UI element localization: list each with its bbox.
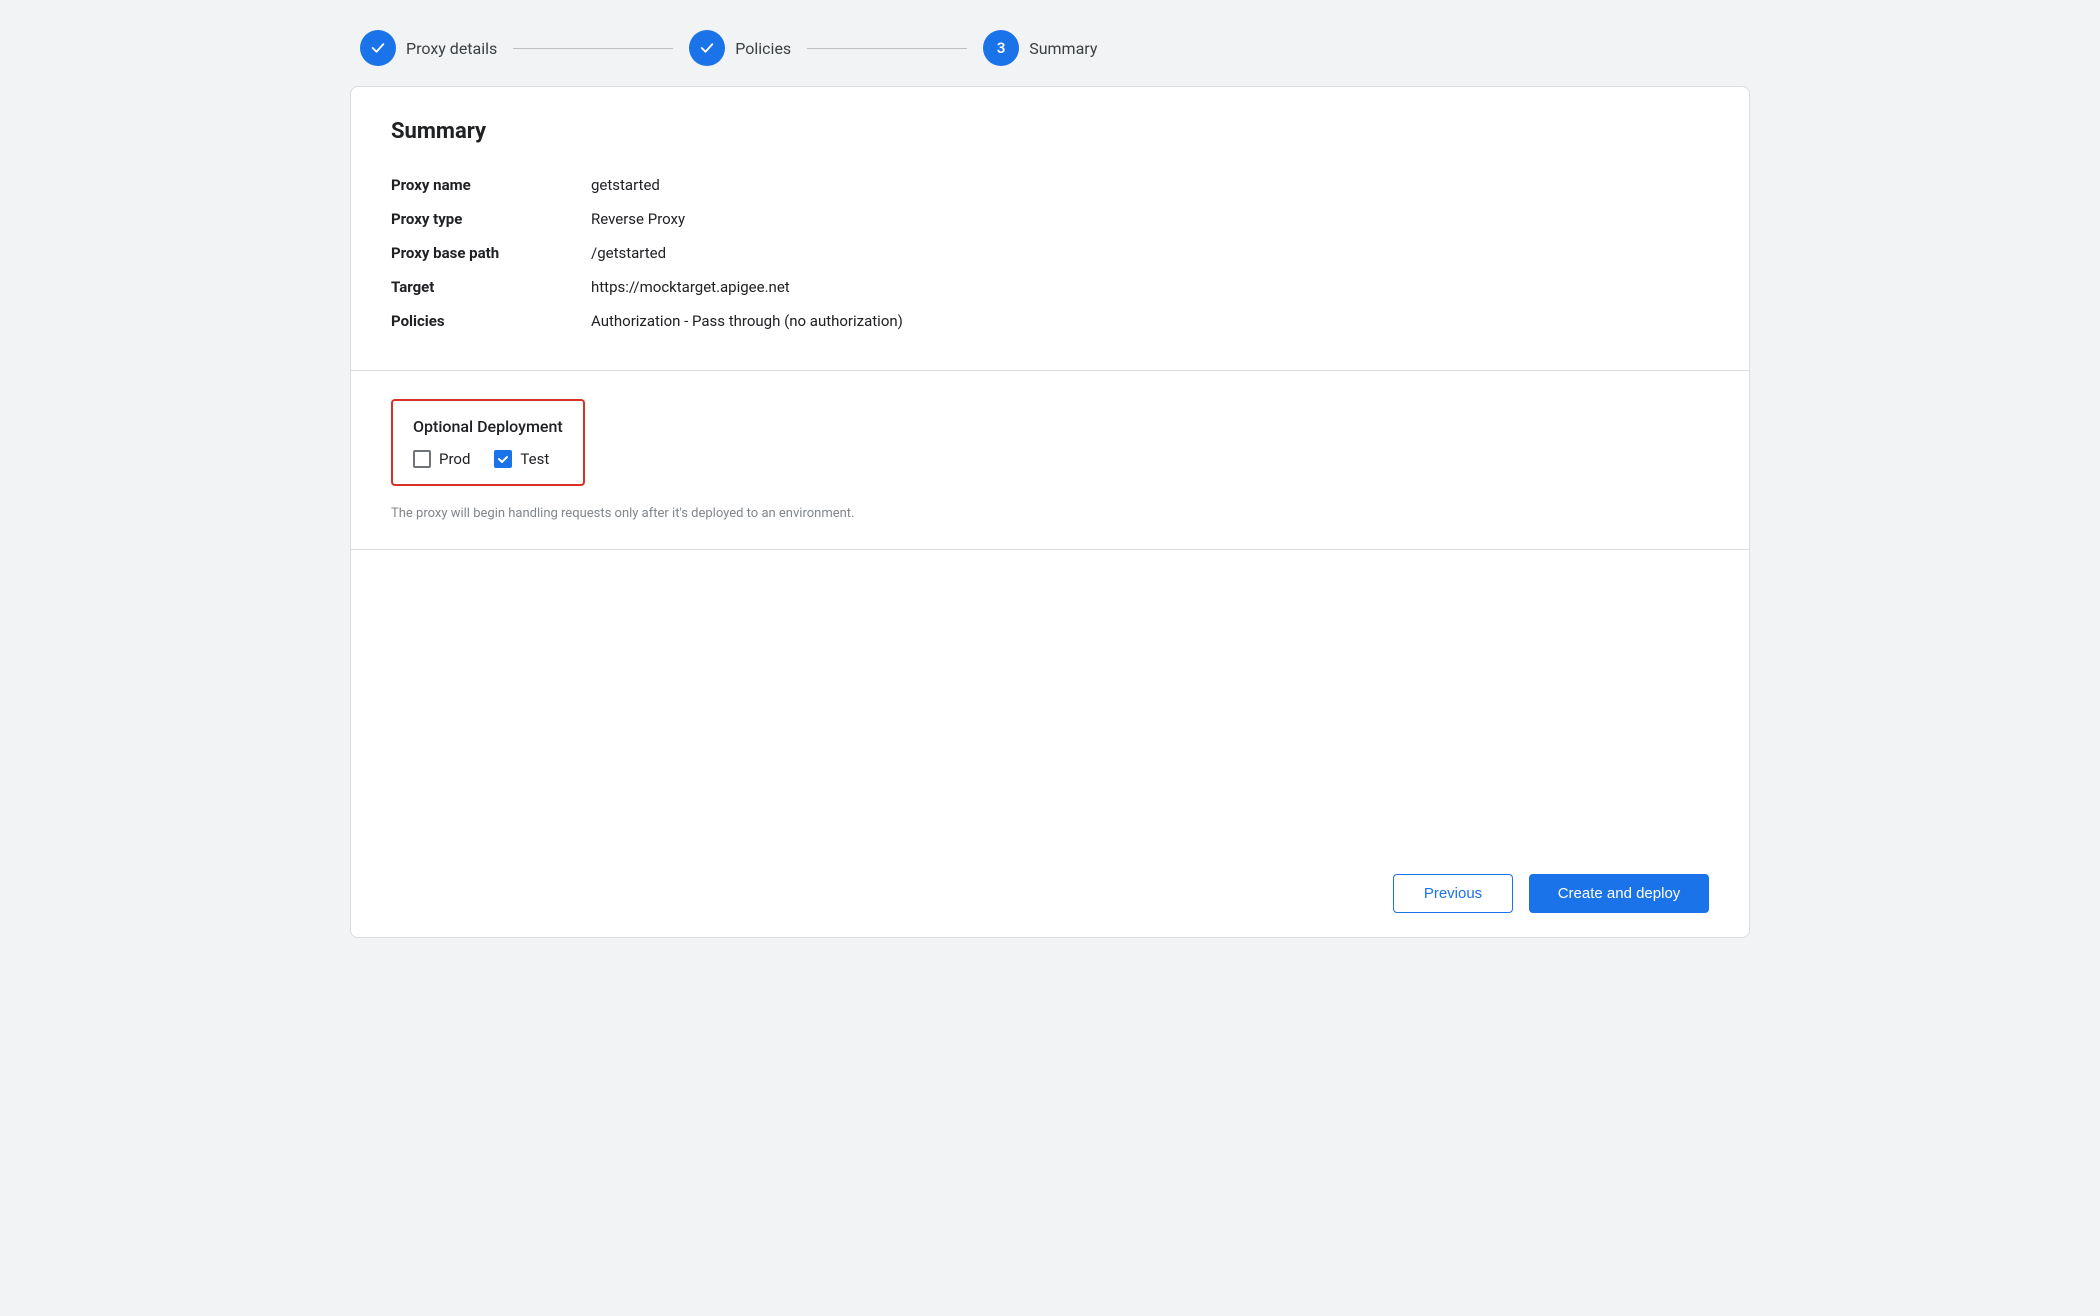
summary-title: Summary [391,119,1709,144]
step-circle-summary: 3 [983,30,1019,66]
checkmark-icon-test [497,453,509,465]
checkbox-item-prod[interactable]: Prod [413,450,470,468]
checkbox-label-test: Test [520,450,549,468]
summary-section: Summary Proxy name getstarted Proxy type… [351,87,1749,371]
step-circle-policies [689,30,725,66]
optional-deployment-box: Optional Deployment Prod T [391,399,585,486]
page-container: Proxy details Policies 3 Summary Summary [350,30,1750,938]
step-connector-1 [513,48,673,49]
checkbox-test[interactable] [494,450,512,468]
checkbox-item-test[interactable]: Test [494,450,549,468]
step-circle-proxy-details [360,30,396,66]
summary-label-proxy-type: Proxy type [391,202,591,236]
summary-value-proxy-type: Reverse Proxy [591,202,1709,236]
stepper: Proxy details Policies 3 Summary [350,30,1750,66]
checkmark-icon-2 [698,39,716,57]
previous-button[interactable]: Previous [1393,874,1513,913]
footer-section: Previous Create and deploy [351,850,1749,937]
create-and-deploy-button[interactable]: Create and deploy [1529,874,1709,913]
summary-value-target: https://mocktarget.apigee.net [591,270,1709,304]
summary-label-policies: Policies [391,304,591,338]
summary-value-proxy-name: getstarted [591,168,1709,202]
content-spacer [351,550,1749,850]
checkbox-prod[interactable] [413,450,431,468]
summary-value-proxy-base-path: /getstarted [591,236,1709,270]
step-label-proxy-details: Proxy details [406,39,497,58]
optional-deployment-title: Optional Deployment [413,417,563,436]
main-card: Summary Proxy name getstarted Proxy type… [350,86,1750,938]
checkboxes-row: Prod Test [413,450,563,468]
deployment-hint: The proxy will begin handling requests o… [391,506,1709,521]
step-summary: 3 Summary [983,30,1097,66]
step-policies: Policies [689,30,791,66]
summary-label-proxy-base-path: Proxy base path [391,236,591,270]
step-number-summary: 3 [997,39,1006,57]
optional-deployment-section: Optional Deployment Prod T [351,371,1749,550]
checkbox-label-prod: Prod [439,450,470,468]
step-label-policies: Policies [735,39,791,58]
checkmark-icon [369,39,387,57]
step-label-summary: Summary [1029,39,1097,58]
step-connector-2 [807,48,967,49]
summary-table: Proxy name getstarted Proxy type Reverse… [391,168,1709,338]
summary-label-proxy-name: Proxy name [391,168,591,202]
step-proxy-details: Proxy details [360,30,497,66]
summary-value-policies: Authorization - Pass through (no authori… [591,304,1709,338]
summary-label-target: Target [391,270,591,304]
